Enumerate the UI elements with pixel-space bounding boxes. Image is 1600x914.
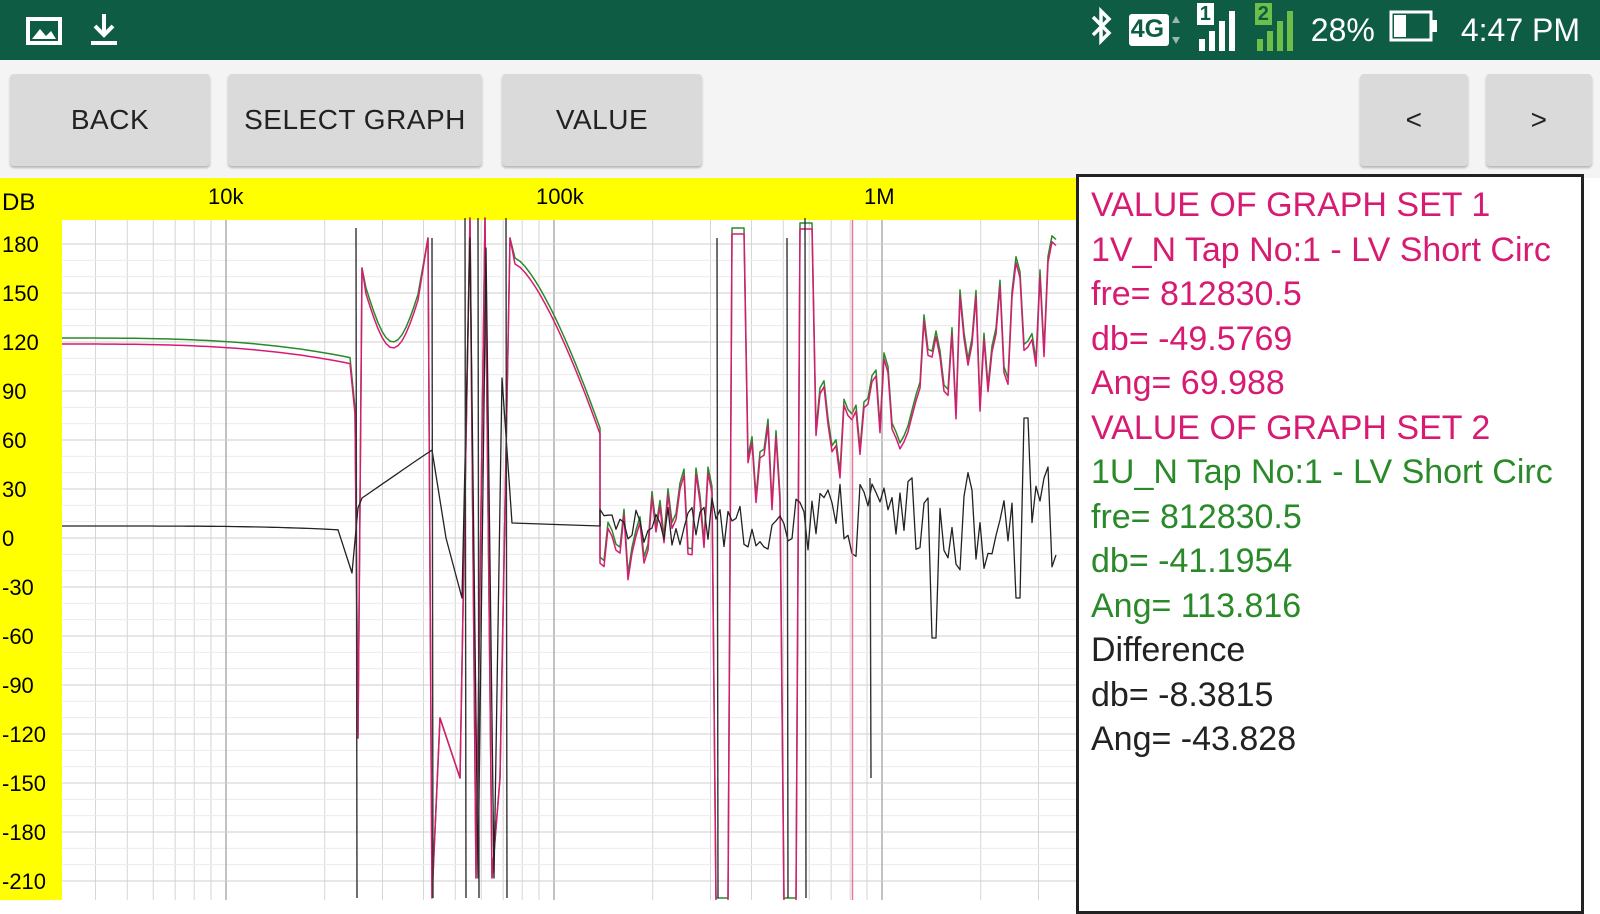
status-bar: 4G 1 2 28% 4:47 PM xyxy=(0,0,1600,60)
trace-resonance-spike xyxy=(869,477,872,779)
select-graph-button[interactable]: SELECT GRAPH xyxy=(228,74,482,166)
download-icon xyxy=(88,12,120,53)
set2-frequency: fre= 812830.5 xyxy=(1091,497,1302,536)
set2-header: VALUE OF GRAPH SET 2 xyxy=(1091,408,1491,447)
battery-icon xyxy=(1389,9,1439,51)
toolbar: BACK SELECT GRAPH VALUE < > xyxy=(0,60,1600,178)
y-tick-label: 180 xyxy=(2,232,39,257)
trace-resonance-spike xyxy=(804,217,807,899)
trace-resonance-spike xyxy=(477,217,480,899)
y-tick-label: -90 xyxy=(2,673,34,698)
sim1-signal-icon: 1 xyxy=(1195,3,1239,53)
y-tick-label: 120 xyxy=(2,330,39,355)
prev-button[interactable]: < xyxy=(1360,74,1468,166)
x-tick-label: 10k xyxy=(208,184,244,209)
next-button[interactable]: > xyxy=(1486,74,1592,166)
bluetooth-icon xyxy=(1089,6,1115,54)
x-tick-label: 1M xyxy=(864,184,895,209)
y-axis-label: DB xyxy=(2,189,35,216)
trace-resonance-spike xyxy=(786,237,789,899)
status-bar-right: 4G 1 2 28% 4:47 PM xyxy=(1089,0,1580,60)
trace-resonance-spike xyxy=(431,237,434,899)
y-tick-label: -180 xyxy=(2,820,46,845)
status-bar-left xyxy=(26,12,120,53)
x-tick-label: 100k xyxy=(536,184,585,209)
set1-name: 1V_N Tap No:1 - LV Short Circ xyxy=(1091,230,1551,269)
network-type-label: 4G xyxy=(1130,15,1165,43)
y-tick-label: 150 xyxy=(2,281,39,306)
trace-resonance-spike xyxy=(716,237,719,899)
back-button[interactable]: BACK xyxy=(10,74,210,166)
y-tick-label: 90 xyxy=(2,379,26,404)
y-tick-label: -60 xyxy=(2,624,34,649)
trace-resonance-spike xyxy=(505,217,508,899)
trace-resonance-spike xyxy=(464,217,467,899)
y-tick-label: -120 xyxy=(2,722,46,747)
set1-angle: Ang= 69.988 xyxy=(1091,364,1285,402)
y-tick-label: -30 xyxy=(2,575,34,600)
value-button[interactable]: VALUE xyxy=(502,74,702,166)
difference-header: Difference xyxy=(1091,631,1246,669)
set2-db: db= -41.1954 xyxy=(1091,542,1293,580)
plot-area[interactable]: DB 10k 100k 1M 180 150 120 90 60 30 0 -30 -60 -90 -1… xyxy=(0,178,1076,900)
difference-angle: Ang= -43.828 xyxy=(1091,720,1297,758)
clock: 4:47 PM xyxy=(1460,11,1580,48)
gallery-icon xyxy=(26,14,62,51)
value-info-panel: VALUE OF GRAPH SET 1 1V_N Tap No:1 - LV … xyxy=(1076,174,1584,914)
bode-chart[interactable]: DB 10k 100k 1M 180 150 120 90 60 30 0 -30 -60 -90 -1… xyxy=(0,178,1076,900)
y-tick-label: -210 xyxy=(2,869,46,894)
y-tick-label: -150 xyxy=(2,771,46,796)
y-tick-label: 60 xyxy=(2,428,26,453)
network-4g-icon: 4G xyxy=(1128,10,1181,50)
set1-header: VALUE OF GRAPH SET 1 xyxy=(1091,186,1491,224)
y-tick-label: 30 xyxy=(2,477,26,502)
set1-frequency: fre= 812830.5 xyxy=(1091,275,1302,313)
battery-percent: 28% xyxy=(1310,11,1375,48)
sim2-signal-icon: 2 xyxy=(1253,3,1297,53)
set1-db: db= -49.5769 xyxy=(1091,319,1293,358)
trace-resonance-spike xyxy=(355,227,358,899)
difference-db: db= -8.3815 xyxy=(1091,675,1274,714)
y-tick-label: 0 xyxy=(2,526,14,551)
set2-name: 1U_N Tap No:1 - LV Short Circ xyxy=(1091,453,1553,491)
set2-angle: Ang= 113.816 xyxy=(1091,586,1302,625)
